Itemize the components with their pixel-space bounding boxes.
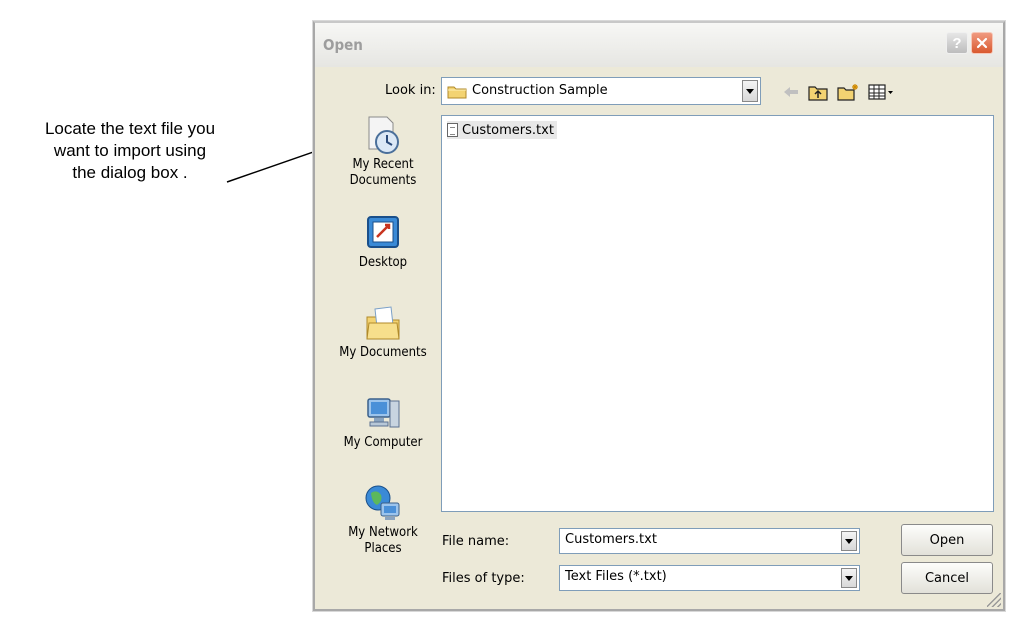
title-bar[interactable]: Open ?: [315, 23, 1003, 67]
list-item[interactable]: Customers.txt: [447, 121, 557, 139]
network-places-icon: [365, 485, 400, 520]
place-label: My Computer: [343, 435, 423, 450]
place-label: Desktop: [358, 255, 408, 270]
file-type-dropdown-arrow[interactable]: [841, 568, 857, 588]
look-in-dropdown-arrow[interactable]: [742, 80, 758, 102]
place-my-documents[interactable]: My Documents: [333, 303, 433, 361]
place-label: My Network: [348, 525, 418, 540]
close-button[interactable]: [971, 32, 993, 54]
look-in-value: Construction Sample: [472, 83, 608, 98]
up-folder-icon: [808, 85, 828, 101]
file-type-label: Files of type:: [442, 571, 525, 586]
open-button[interactable]: Open: [901, 524, 993, 556]
file-type-value: Text Files (*.txt): [565, 569, 667, 584]
file-name-label: File name:: [442, 534, 510, 549]
place-desktop[interactable]: Desktop: [333, 213, 433, 271]
place-label: My Recent: [352, 157, 414, 172]
file-name-input[interactable]: Customers.txt: [559, 528, 860, 554]
new-folder-button[interactable]: [836, 83, 860, 101]
file-name: Customers.txt: [462, 122, 554, 138]
close-icon: [976, 37, 988, 49]
cancel-button[interactable]: Cancel: [901, 562, 993, 594]
back-button[interactable]: [781, 83, 801, 101]
place-label: Documents: [349, 173, 417, 188]
text-file-icon: [447, 123, 458, 137]
back-arrow-icon: [784, 87, 798, 97]
views-grid-icon: [868, 84, 893, 100]
desktop-icon: [367, 216, 399, 248]
new-folder-icon: [837, 84, 858, 101]
place-my-network-places[interactable]: My Network Places: [333, 483, 433, 557]
place-label: Places: [364, 541, 402, 556]
open-dialog: Open ? Look in: Construction Sample My R…: [313, 21, 1005, 611]
dialog-title: Open: [323, 36, 363, 54]
look-in-label: Look in:: [385, 83, 436, 98]
views-menu-button[interactable]: [867, 83, 895, 101]
folder-icon: [447, 86, 467, 99]
up-folder-button[interactable]: [807, 83, 829, 101]
file-name-value: Customers.txt: [565, 532, 657, 547]
look-in-combo[interactable]: Construction Sample: [441, 77, 761, 105]
place-label: My Documents: [339, 345, 427, 360]
file-list[interactable]: Customers.txt: [441, 115, 994, 512]
my-documents-icon: [366, 306, 400, 340]
help-button[interactable]: ?: [946, 32, 968, 54]
place-my-recent-documents[interactable]: My Recent Documents: [333, 115, 433, 189]
file-type-select[interactable]: Text Files (*.txt): [559, 565, 860, 591]
resize-grip[interactable]: [987, 593, 1001, 607]
file-name-dropdown-arrow[interactable]: [841, 531, 857, 551]
place-my-computer[interactable]: My Computer: [333, 393, 433, 451]
my-computer-icon: [367, 398, 400, 428]
recent-documents-icon: [368, 116, 399, 154]
